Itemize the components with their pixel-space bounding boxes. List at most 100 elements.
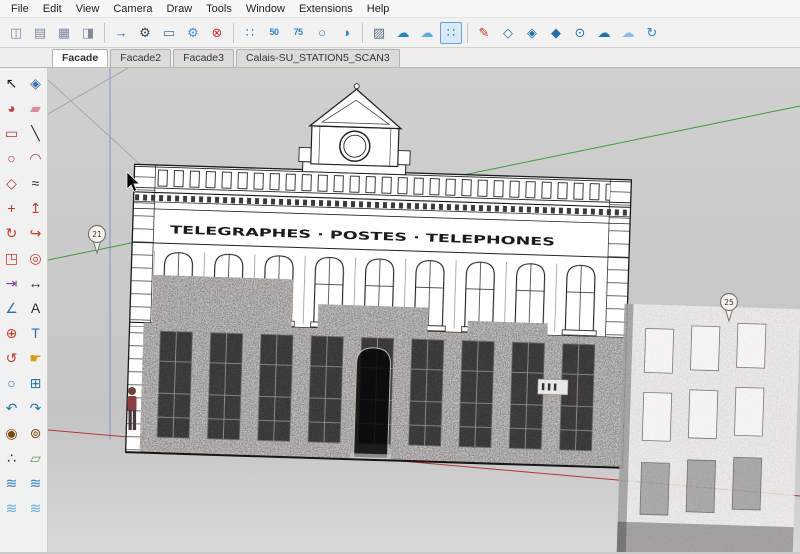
menu-view[interactable]: View (69, 1, 107, 17)
hexagon-outline-icon[interactable]: ◇ (497, 22, 519, 44)
tool-icon-glyph: ↥ (30, 201, 42, 215)
tool-eraser[interactable]: ▰ (24, 95, 48, 120)
tool-tape-measure[interactable]: ⇥ (0, 270, 24, 295)
tool-protractor[interactable]: ∠ (0, 295, 24, 320)
tool-position-camera[interactable]: ◉ (0, 420, 24, 445)
tool-undet-wave-4[interactable]: ≋ (24, 495, 48, 520)
tab-label: Facade3 (183, 52, 224, 64)
density-50-icon[interactable]: 50 (263, 22, 285, 44)
cloud-download-icon[interactable]: ☁ (617, 22, 639, 44)
menu-label: Tools (206, 3, 232, 15)
toolbar-icon-glyph: ⚙ (139, 26, 151, 39)
point-cloud-visibility-icon[interactable]: ∷ (440, 22, 462, 44)
station-marker-2-label: 25 (724, 298, 734, 307)
tool-polygon[interactable]: ◇ (0, 170, 24, 195)
tool-previous-view[interactable]: ↶ (0, 395, 24, 420)
storefront-sign-patch (538, 379, 568, 395)
tab-label: Facade (62, 52, 98, 64)
tab-label: Calais-SU_STATION5_SCAN3 (246, 52, 390, 64)
tool-scale[interactable]: ◳ (0, 245, 24, 270)
facade-model[interactable]: TELEGRAPHES · POSTES · TELEPHONES (126, 77, 635, 468)
menu-edit[interactable]: Edit (36, 1, 69, 17)
menu-camera[interactable]: Camera (106, 1, 159, 17)
tool-look-around[interactable]: ⊚ (24, 420, 48, 445)
point-size-icon[interactable]: ○ (311, 22, 333, 44)
cloud-upload-icon[interactable]: ☁ (416, 22, 438, 44)
section-hatch-icon[interactable]: ▨ (368, 22, 390, 44)
tool-paint-bucket[interactable]: ◕ (0, 95, 24, 120)
toolbar-icon-glyph: ☁ (598, 26, 611, 39)
tool-make-component[interactable]: ◈ (24, 70, 48, 95)
pick-point-icon[interactable]: ✎ (473, 22, 495, 44)
menu-draw[interactable]: Draw (159, 1, 199, 17)
menu-tools[interactable]: Tools (199, 1, 239, 17)
point-cloud-icon[interactable]: ∷ (239, 22, 261, 44)
tool-3d-text[interactable]: T (24, 320, 48, 345)
tool-rotate[interactable]: ↻ (0, 220, 24, 245)
tool-orbit[interactable]: ↺ (0, 345, 24, 370)
point-cloud-adjacent[interactable] (617, 304, 800, 552)
tool-undet-wave-1[interactable]: ≋ (0, 470, 24, 495)
tab-facade3[interactable]: Facade3 (173, 49, 234, 67)
toolbar-separator (467, 23, 468, 43)
tool-icon-glyph: ≈ (32, 176, 40, 190)
tool-icon-glyph: ◎ (29, 251, 41, 265)
model-views-icon[interactable]: ◨ (77, 22, 99, 44)
toolbar-icon-glyph: → (115, 26, 128, 39)
tool-line[interactable]: ╲ (24, 120, 48, 145)
tool-move[interactable]: + (0, 195, 24, 220)
tool-icon-glyph: ∠ (5, 301, 18, 315)
project-folder-icon[interactable]: ▭ (158, 22, 180, 44)
tool-circle[interactable]: ○ (0, 145, 24, 170)
tool-walk[interactable]: ∴ (0, 445, 24, 470)
menu-window[interactable]: Window (239, 1, 292, 17)
menu-extensions[interactable]: Extensions (292, 1, 360, 17)
entrance-door (354, 347, 391, 458)
import-scan-icon[interactable]: → (110, 22, 132, 44)
tool-freehand[interactable]: ≈ (24, 170, 48, 195)
scan-settings-gear-icon[interactable]: ⚙ (134, 22, 156, 44)
tool-dimension[interactable]: ↔ (24, 270, 48, 295)
viewport-canvas[interactable]: TELEGRAPHES · POSTES · TELEPHONES (48, 68, 800, 552)
tool-palette: ↖◈◕▰▭╲○◠◇≈+↥↻↪◳◎⇥↔∠A⊕T↺☛○⊞↶↷◉⊚∴▱≋≋≋≋ (0, 68, 48, 552)
tab-facade[interactable]: Facade (52, 49, 108, 67)
cloud-sync-icon[interactable]: ☁ (392, 22, 414, 44)
tool-arc[interactable]: ◠ (24, 145, 48, 170)
copy-model-icon[interactable]: ▦ (53, 22, 75, 44)
tool-icon-glyph: ◕ (7, 101, 15, 115)
close-project-icon[interactable]: ⊗ (206, 22, 228, 44)
tool-offset[interactable]: ◎ (24, 245, 48, 270)
tab-calais-su-station5-scan3[interactable]: Calais-SU_STATION5_SCAN3 (236, 49, 400, 67)
hexagon-filled-icon[interactable]: ◆ (545, 22, 567, 44)
tool-undet-wave-3[interactable]: ≋ (0, 495, 24, 520)
tool-section-plane[interactable]: ▱ (24, 445, 48, 470)
refresh-icon[interactable]: ↻ (641, 22, 663, 44)
tool-axes[interactable]: ⊕ (0, 320, 24, 345)
toolbar-icon-glyph: ○ (318, 26, 326, 39)
tool-pan[interactable]: ☛ (24, 345, 48, 370)
tool-zoom[interactable]: ○ (0, 370, 24, 395)
menu-help[interactable]: Help (360, 1, 397, 17)
tool-icon-glyph: ◉ (5, 426, 17, 440)
tool-select[interactable]: ↖ (0, 70, 24, 95)
tool-rectangle[interactable]: ▭ (0, 120, 24, 145)
tool-next-view[interactable]: ↷ (24, 395, 48, 420)
toolbar-separator (104, 23, 105, 43)
contrast-icon[interactable]: ◑ (335, 22, 357, 44)
menu-file[interactable]: File (4, 1, 36, 17)
menu-bar: FileEditViewCameraDraw Tools WindowExtensi… (0, 0, 800, 18)
tab-facade2[interactable]: Facade2 (110, 49, 171, 67)
open-model-icon[interactable]: ◫ (5, 22, 27, 44)
drawing-viewport[interactable]: TELEGRAPHES · POSTES · TELEPHONES (48, 68, 800, 552)
hexagon-target-icon[interactable]: ⊙ (569, 22, 591, 44)
tool-zoom-extents[interactable]: ⊞ (24, 370, 48, 395)
tool-undet-wave-2[interactable]: ≋ (24, 470, 48, 495)
save-model-icon[interactable]: ▤ (29, 22, 51, 44)
tool-push-pull[interactable]: ↥ (24, 195, 48, 220)
tool-text[interactable]: A (24, 295, 48, 320)
preferences-gear-icon[interactable]: ⚙ (182, 22, 204, 44)
density-75-icon[interactable]: 75 (287, 22, 309, 44)
tool-follow-me[interactable]: ↪ (24, 220, 48, 245)
cloud-hexagon-icon[interactable]: ☁ (593, 22, 615, 44)
hexagon-half-icon[interactable]: ◈ (521, 22, 543, 44)
